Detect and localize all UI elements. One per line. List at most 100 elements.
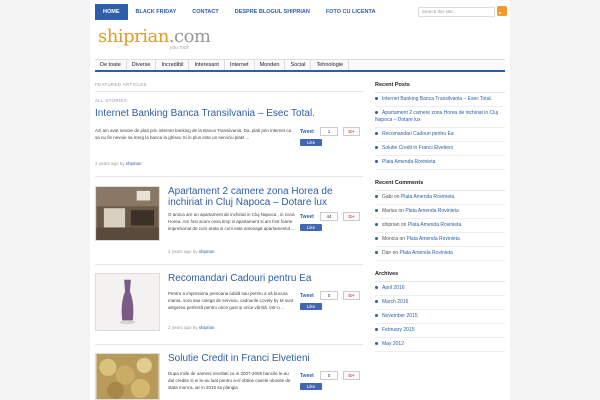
cat-incredibil[interactable]: Incredibil: [156, 60, 190, 70]
post-excerpt: Azi am avut nevoie de plati prin interne…: [95, 128, 292, 140]
gplus-button[interactable]: G+: [343, 127, 360, 136]
all-stories-label: ALL STORIES: [95, 98, 128, 103]
post-thumbnail[interactable]: [95, 273, 160, 331]
nav-contact[interactable]: CONTACT: [184, 4, 226, 20]
post-excerpt: Pentru a impresiona persoana iubită sau …: [168, 291, 294, 310]
comment-author[interactable]: Dan: [382, 250, 391, 256]
cat-de-toate[interactable]: De toate: [95, 60, 127, 70]
cat-tehnologie[interactable]: Tehnologie: [311, 60, 350, 70]
comment-author[interactable]: Marius: [382, 208, 397, 214]
archive-link[interactable]: May 2012: [375, 338, 505, 352]
featured-label: FEATURED ARTICLES: [95, 82, 147, 87]
recent-comment: Marius on Plata Amenda Rovinieta: [375, 205, 505, 219]
archive-label: April 2016: [382, 285, 405, 291]
archive-link[interactable]: April 2016: [375, 282, 505, 296]
recent-post-label: Solutie Credit in Franci Elvetieni: [382, 145, 453, 151]
facebook-like-button[interactable]: Like: [300, 383, 322, 390]
left-gutter: [0, 0, 90, 400]
cat-diverse[interactable]: Diverse: [127, 60, 157, 70]
recent-post-link[interactable]: Recomandari Cadouri pentru Ea: [375, 128, 505, 142]
bullet-icon: [375, 223, 378, 227]
comment-post-link[interactable]: Plata Amenda Rovinieta: [401, 194, 454, 200]
top-navigation: HOME BLACK FRIDAY CONTACT DESPRE BLOGUL …: [95, 4, 383, 20]
tweet-button[interactable]: Tweet: [300, 129, 314, 135]
nav-black-friday[interactable]: BLACK FRIDAY: [128, 4, 185, 20]
site-wrapper: HOME BLACK FRIDAY CONTACT DESPRE BLOGUL …: [90, 0, 510, 400]
facebook-like-button[interactable]: Like: [300, 224, 322, 231]
post-title[interactable]: Recomandari Cadouri pentru Ea: [168, 273, 363, 284]
cat-internet[interactable]: Internet: [225, 60, 255, 70]
recent-comment: Monica on Plata Amenda Rovinieta: [375, 233, 505, 247]
comment-author[interactable]: shiprian: [382, 222, 400, 228]
archive-label: March 2016: [382, 299, 409, 305]
divider: [95, 264, 363, 265]
post-title[interactable]: Apartament 2 camere zona Horea de inchir…: [168, 186, 363, 208]
post-title[interactable]: Internet Banking Banca Transilvania – Es…: [95, 108, 363, 119]
recent-post-link[interactable]: Apartament 2 camere zona Horea de inchir…: [375, 107, 505, 128]
facebook-like-button[interactable]: Like: [300, 139, 322, 146]
search-input[interactable]: Search this site...: [418, 7, 495, 17]
archive-link[interactable]: March 2016: [375, 296, 505, 310]
archive-link[interactable]: February 2015: [375, 324, 505, 338]
sidebar: Recent Posts Internet Banking Banca Tran…: [375, 78, 505, 352]
comment-on: on: [400, 222, 407, 228]
recent-post-link[interactable]: Solutie Credit in Franci Elvetieni: [375, 142, 505, 156]
gplus-button[interactable]: G+: [343, 371, 360, 380]
post-thumbnail[interactable]: [95, 353, 160, 400]
comment-author[interactable]: Gabi: [382, 194, 393, 200]
rss-icon[interactable]: [497, 6, 507, 16]
post-body: Recomandari Cadouri pentru Ea Pentru a i…: [168, 273, 363, 330]
recent-post-link[interactable]: Plata Amenda Rovinieta: [375, 156, 505, 170]
archive-label: February 2015: [382, 327, 415, 333]
post-author[interactable]: shiprian: [199, 249, 215, 254]
cat-interesant[interactable]: Interesant: [189, 60, 225, 70]
nav-despre-blog[interactable]: DESPRE BLOGUL SHIPRIAN: [227, 4, 318, 20]
tweet-count: 0: [320, 371, 338, 380]
gplus-button[interactable]: G+: [343, 212, 360, 221]
gplus-button[interactable]: G+: [343, 291, 360, 300]
archive-link[interactable]: November 2015: [375, 310, 505, 324]
logo-name: shiprian: [98, 26, 169, 47]
archive-label: November 2015: [382, 313, 418, 319]
comment-author[interactable]: Monica: [382, 236, 398, 242]
page: HOME BLACK FRIDAY CONTACT DESPRE BLOGUL …: [0, 0, 600, 400]
recent-posts-title: Recent Posts: [375, 82, 410, 88]
right-gutter: [510, 0, 600, 400]
tweet-button[interactable]: Tweet: [300, 214, 314, 220]
comment-post-link[interactable]: Plata Amenda Rovinieta: [408, 222, 461, 228]
facebook-like-button[interactable]: Like: [300, 303, 322, 310]
comment-post-link[interactable]: Plata Amenda Rovinieta: [405, 208, 458, 214]
bullet-icon: [375, 111, 378, 115]
site-logo[interactable]: shiprian.com: [98, 26, 211, 47]
tweet-count: 44: [320, 212, 338, 221]
post-age: 2 years ago by: [168, 249, 198, 254]
tweet-button[interactable]: Tweet: [300, 293, 314, 299]
nav-foto-licenta[interactable]: FOTO CU LICENTA: [318, 4, 384, 20]
post-meta: 2 years ago by shiprian: [95, 161, 142, 166]
bullet-icon: [375, 286, 378, 290]
recent-comment: Dan on Plata Amenda Rovinieta: [375, 247, 505, 261]
bullet-icon: [375, 251, 378, 255]
cat-monden[interactable]: Monden: [255, 60, 286, 70]
tweet-button[interactable]: Tweet: [300, 373, 314, 379]
post-age: 2 years ago by: [168, 325, 198, 330]
share-box: Tweet 44 G+ Like: [300, 212, 362, 236]
comment-on: on: [392, 250, 399, 256]
comment-on: on: [393, 194, 400, 200]
post-thumbnail[interactable]: [95, 186, 160, 241]
comment-post-link[interactable]: Plata Amenda Rovinieta: [406, 236, 459, 242]
recent-comment: shiprian on Plata Amenda Rovinieta: [375, 219, 505, 233]
bullet-icon: [375, 328, 378, 332]
comment-post-link[interactable]: Plata Amenda Rovinieta: [400, 250, 453, 256]
bullet-icon: [375, 160, 378, 164]
post-author[interactable]: shiprian: [126, 161, 142, 166]
divider: [95, 344, 363, 345]
archive-label: May 2012: [382, 341, 404, 347]
cat-social[interactable]: Social: [285, 60, 312, 70]
archives-title: Archives: [375, 271, 399, 277]
nav-home[interactable]: HOME: [95, 4, 128, 20]
bullet-icon: [375, 97, 378, 101]
post-title[interactable]: Solutie Credit in Franci Elvetieni: [168, 353, 363, 364]
post-author[interactable]: shiprian: [199, 325, 215, 330]
recent-post-link[interactable]: Internet Banking Banca Transilvania – Es…: [375, 93, 505, 107]
